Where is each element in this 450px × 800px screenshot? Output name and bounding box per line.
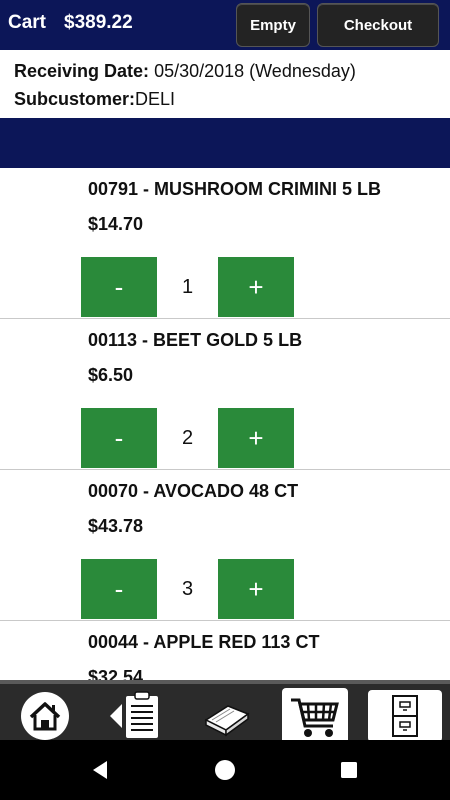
decrease-quantity-button[interactable]: - [81,408,157,468]
quantity-value: 3 [181,577,194,600]
subcustomer-value: DELI [135,89,176,109]
tab-home[interactable] [14,688,76,744]
clipboard-icon [110,691,158,738]
tab-file[interactable] [360,688,450,744]
item-price: $43.78 [88,516,144,536]
item-title: 00791 - MUSHROOM CRIMINI 5 LB [88,179,382,199]
tab-file-background [368,690,442,742]
increase-quantity-button[interactable]: + [218,408,294,468]
tab-cart[interactable] [282,688,348,744]
checkout-button[interactable]: Checkout [317,3,439,47]
empty-button[interactable]: Empty [236,3,310,47]
section-band [0,118,450,168]
item-title: 00113 - BEET GOLD 5 LB [88,330,303,350]
receiving-date-value: 05/30/2018 (Wednesday) [154,61,356,81]
increase-quantity-button[interactable]: + [218,559,294,619]
top-bar: Cart $389.22 Empty Checkout [0,0,450,50]
cart-item: 00113 - BEET GOLD 5 LB $6.50 - 2 + [0,319,450,470]
home-button[interactable] [213,758,237,782]
item-price: $14.70 [88,214,144,234]
bottom-tab-bar [0,680,450,744]
square-icon [341,762,357,778]
cart-item: 00070 - AVOCADO 48 CT $43.78 - 3 + [0,470,450,621]
subcustomer-label: Subcustomer: [14,89,136,109]
item-title: 00044 - APPLE RED 113 CT [88,632,320,652]
back-triangle-icon [93,761,107,779]
subcustomer-row: Subcustomer:DELI [14,89,175,110]
cart-item: 00044 - APPLE RED 113 CT $32.54 - + [0,621,450,680]
item-price: $32.54 [88,667,144,680]
item-title: 00070 - AVOCADO 48 CT [88,481,299,501]
order-info: Receiving Date: 05/30/2018 (Wednesday) S… [0,50,450,118]
decrease-quantity-button[interactable]: - [81,559,157,619]
recent-apps-button[interactable] [337,758,361,782]
shopping-cart-icon [291,698,339,737]
quantity-value: 1 [181,275,194,298]
book-icon [204,705,250,737]
home-icon [21,692,69,740]
system-nav-bar [0,740,450,800]
increase-quantity-button[interactable]: + [218,257,294,317]
decrease-quantity-button[interactable]: - [81,257,157,317]
receiving-date-row: Receiving Date: 05/30/2018 (Wednesday) [14,61,356,82]
cart-total: $389.22 [64,12,133,33]
tab-catalog[interactable] [190,688,264,744]
quantity-value: 2 [181,426,194,449]
home-circle-icon [215,760,235,780]
back-button[interactable] [88,758,112,782]
cart-label: Cart [8,12,47,33]
item-price: $6.50 [88,365,134,385]
tab-orders[interactable] [98,688,174,744]
receiving-date-label: Receiving Date: [14,61,150,81]
cart-item: 00791 - MUSHROOM CRIMINI 5 LB $14.70 - 1… [0,168,450,319]
file-cabinet-icon [392,695,418,737]
cart-list[interactable]: 00791 - MUSHROOM CRIMINI 5 LB $14.70 - 1… [0,168,450,680]
